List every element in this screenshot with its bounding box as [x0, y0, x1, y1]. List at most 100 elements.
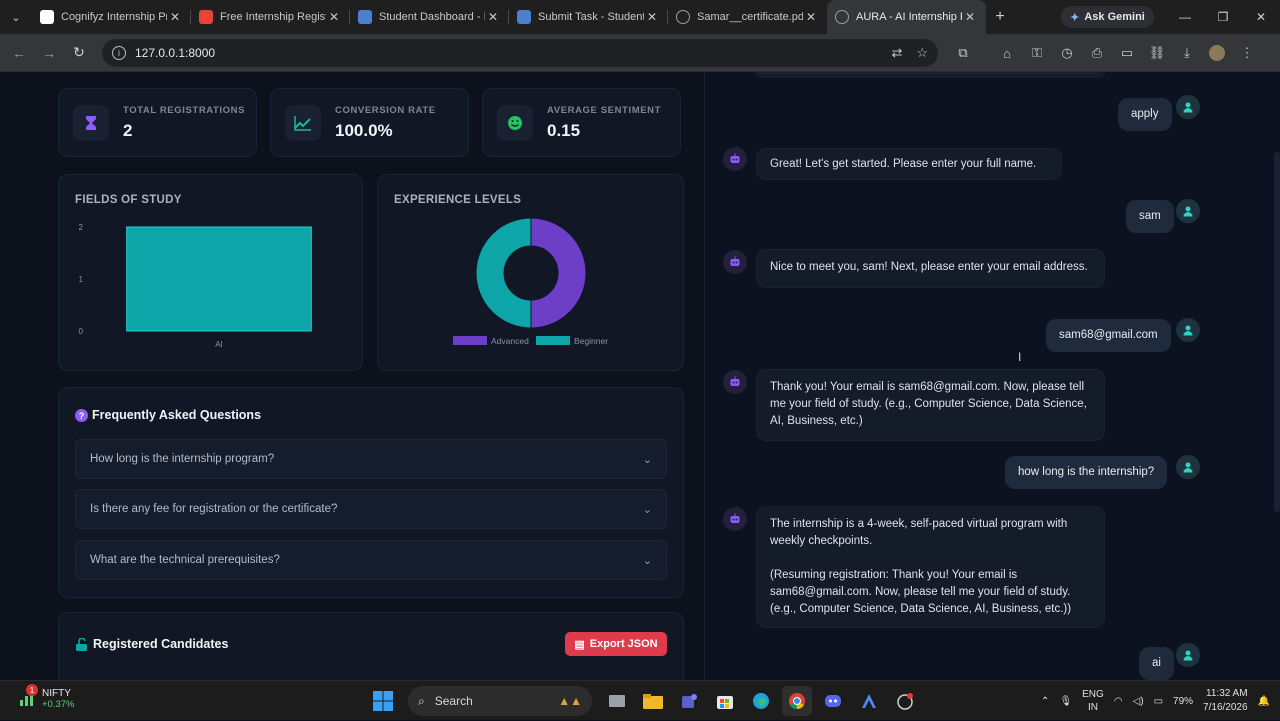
registered-candidates-card: Registered Candidates ▤ Export JSON: [58, 612, 684, 680]
gemini-icon: ✦: [1070, 11, 1080, 24]
globe-icon: [676, 10, 690, 24]
close-window-icon[interactable]: ✕: [1242, 0, 1280, 34]
smile-icon: [497, 104, 533, 141]
web-page: TOTAL REGISTRATIONS 2 CONVERSION RATE 10…: [0, 72, 1280, 680]
url-text: 127.0.0.1:8000: [135, 46, 216, 60]
cast-icon[interactable]: ▭: [1112, 45, 1142, 61]
taskbar-clock[interactable]: 11:32 AM 7/16/2026: [1203, 687, 1248, 715]
user-avatar-icon: [1176, 95, 1200, 119]
discord-icon[interactable]: [818, 686, 848, 716]
tab-close-icon[interactable]: ✕: [326, 10, 342, 24]
new-tab-button[interactable]: +: [986, 8, 1014, 26]
notifications-bell-icon[interactable]: 🔔: [1258, 696, 1270, 707]
faq-card: ? Frequently Asked Questions How long is…: [58, 387, 684, 598]
site-info-icon[interactable]: i: [112, 46, 126, 60]
password-key-icon[interactable]: ⚿: [1022, 45, 1052, 61]
bot-message: Nice to meet you, sam! Next, please ente…: [756, 249, 1105, 288]
toolbar-icons: ⧉ ⌂ ⚿ ◷ ⎙ ▭ ⛓ ⤓ ⋮: [948, 34, 1262, 72]
faq-heading: ? Frequently Asked Questions: [75, 408, 261, 422]
download-icon[interactable]: ⤓: [1172, 45, 1202, 61]
stat-label: TOTAL REGISTRATIONS: [123, 104, 246, 116]
experience-donut-chart: Advanced Beginner: [453, 217, 608, 346]
tab-title: Student Dashboard - I: [379, 11, 485, 23]
clock-time: 11:32 AM: [1206, 688, 1248, 699]
chat-scrollbar[interactable]: [1274, 152, 1280, 512]
tab-close-icon[interactable]: ✕: [644, 10, 660, 24]
language-indicator[interactable]: ENG IN: [1082, 688, 1104, 714]
wifi-icon[interactable]: ◠: [1114, 696, 1123, 707]
tray-chevron-up-icon[interactable]: ⌃: [1041, 696, 1049, 707]
bookmark-star-icon[interactable]: ☆: [916, 45, 928, 61]
url-field[interactable]: i 127.0.0.1:8000 ⇄ ☆: [102, 39, 938, 67]
translate-icon[interactable]: ⇄: [891, 45, 902, 61]
user-avatar-icon: [1176, 643, 1200, 667]
bot-message: The internship is a 4-week, self-paced v…: [756, 506, 1105, 628]
globe-icon: [835, 10, 849, 24]
tab-favicon-icon: [358, 10, 372, 24]
window-controls: — ❐ ✕: [1166, 0, 1280, 34]
candidates-heading: Registered Candidates: [75, 637, 228, 651]
user-avatar-icon: [1176, 455, 1200, 479]
profile-avatar[interactable]: [1209, 45, 1225, 61]
browser-tab[interactable]: Cognifyz Internship Pr ✕: [32, 0, 191, 34]
file-explorer-icon[interactable]: [638, 686, 668, 716]
candidates-title: Registered Candidates: [93, 637, 229, 651]
browser-tab[interactable]: Samar__certificate.pdf ✕: [668, 0, 827, 34]
tab-search-chevron-icon[interactable]: ⌄: [0, 0, 32, 34]
taskbar-search[interactable]: ⌕ Search ▲▲: [408, 686, 592, 716]
ask-gemini-button[interactable]: ✦ Ask Gemini: [1061, 6, 1154, 28]
battery-icon[interactable]: ▭: [1154, 696, 1163, 707]
incognito-icon[interactable]: ⌂: [992, 46, 1022, 61]
task-view-icon[interactable]: [602, 686, 632, 716]
unlock-icon: [76, 637, 87, 651]
microphone-icon[interactable]: 🎙: [1059, 696, 1072, 707]
text-cursor-icon: I: [1018, 350, 1022, 364]
edge-icon[interactable]: [746, 686, 776, 716]
trending-up-icon: [285, 104, 321, 141]
export-json-button[interactable]: ▤ Export JSON: [565, 632, 667, 656]
browser-menu-icon[interactable]: ⋮: [1232, 45, 1262, 61]
maximize-icon[interactable]: ❐: [1204, 0, 1242, 34]
tab-close-icon[interactable]: ✕: [803, 10, 819, 24]
chrome-icon[interactable]: [782, 686, 812, 716]
x-tick-label: AI: [215, 340, 223, 349]
teams-icon[interactable]: [674, 686, 704, 716]
faq-item[interactable]: Is there any fee for registration or the…: [75, 489, 667, 529]
user-message: how long is the internship?: [1005, 456, 1168, 489]
taskbar-apps: ⌕ Search ▲▲: [368, 686, 920, 716]
stat-value: 100.0%: [335, 120, 393, 140]
forward-icon[interactable]: →: [34, 45, 64, 61]
user-avatar-icon: [1176, 318, 1200, 342]
tab-close-icon[interactable]: ✕: [167, 10, 183, 24]
recorder-icon[interactable]: [890, 686, 920, 716]
tab-close-icon[interactable]: ✕: [962, 10, 978, 24]
bot-message-text: (Resuming registration: Thank you! Your …: [770, 569, 1072, 615]
y-tick-label: 0: [79, 327, 84, 336]
y-tick-label: 1: [79, 275, 84, 284]
history-icon[interactable]: ◷: [1052, 45, 1082, 61]
ask-gemini-label: Ask Gemini: [1084, 11, 1145, 23]
chevron-down-icon: ⌄: [642, 503, 652, 516]
app-a-icon[interactable]: [854, 686, 884, 716]
faq-item[interactable]: What are the technical prerequisites? ⌄: [75, 540, 667, 580]
language-code: ENG: [1082, 689, 1104, 700]
minimize-icon[interactable]: —: [1166, 0, 1204, 34]
browser-tab[interactable]: Student Dashboard - I ✕: [350, 0, 509, 34]
volume-icon[interactable]: ◁): [1133, 696, 1144, 707]
tab-close-icon[interactable]: ✕: [485, 10, 501, 24]
windows-start-icon[interactable]: [368, 686, 398, 716]
browser-tab[interactable]: Submit Task - Student ✕: [509, 0, 668, 34]
link-icon[interactable]: ⛓: [1142, 45, 1172, 61]
microsoft-store-icon[interactable]: [710, 686, 740, 716]
bot-avatar-icon: [723, 370, 747, 394]
back-icon[interactable]: ←: [4, 45, 34, 61]
browser-tab[interactable]: Free Internship Registr ✕: [191, 0, 350, 34]
faq-item[interactable]: How long is the internship program? ⌄: [75, 439, 667, 479]
browser-tab-active[interactable]: AURA - AI Internship R ✕: [827, 0, 986, 34]
print-icon[interactable]: ⎙: [1082, 45, 1112, 61]
legend-swatch: [536, 336, 570, 345]
search-label: Search: [434, 694, 473, 708]
extensions-icon[interactable]: ⧉: [948, 45, 978, 61]
stock-widget[interactable]: 1 NIFTY +0.37%: [18, 684, 75, 710]
reload-icon[interactable]: ↻: [64, 44, 94, 61]
